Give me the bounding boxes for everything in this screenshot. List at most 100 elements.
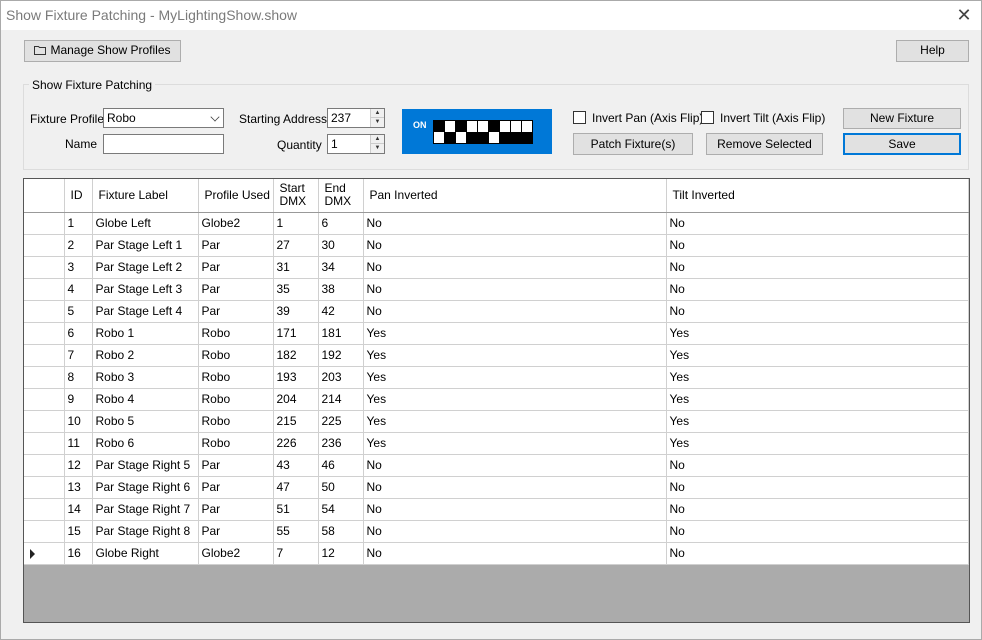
table-cell[interactable]: 214	[318, 388, 364, 411]
table-cell[interactable]: 30	[318, 234, 364, 257]
invert-pan-label[interactable]: Invert Pan (Axis Flip)	[592, 111, 703, 125]
table-cell[interactable]: 38	[318, 278, 364, 301]
table-cell[interactable]: 11	[64, 432, 93, 455]
table-cell[interactable]: Robo	[198, 322, 274, 345]
row-header[interactable]	[24, 454, 65, 477]
table-cell[interactable]: 5	[64, 300, 93, 323]
table-cell[interactable]: 55	[273, 520, 319, 543]
table-cell[interactable]: 6	[64, 322, 93, 345]
table-cell[interactable]: 50	[318, 476, 364, 499]
invert-pan-checkbox[interactable]	[573, 111, 586, 124]
table-cell[interactable]: Yes	[363, 388, 667, 411]
stepper-down-icon[interactable]: ▼	[371, 118, 384, 127]
table-row[interactable]: 1 Globe Left Globe2 1 6 No No	[24, 212, 969, 235]
table-cell[interactable]: Robo 3	[92, 366, 199, 389]
table-cell[interactable]: Yes	[666, 366, 969, 389]
table-row[interactable]: 3 Par Stage Left 2 Par 31 34 No No	[24, 256, 969, 279]
table-cell[interactable]: Robo 2	[92, 344, 199, 367]
table-cell[interactable]: No	[363, 212, 667, 235]
table-cell[interactable]: 43	[273, 454, 319, 477]
table-cell[interactable]: Par	[198, 300, 274, 323]
row-header[interactable]	[24, 542, 65, 565]
table-cell[interactable]: 2	[64, 234, 93, 257]
table-cell[interactable]: Yes	[363, 344, 667, 367]
table-cell[interactable]: 9	[64, 388, 93, 411]
table-cell[interactable]: Robo 1	[92, 322, 199, 345]
table-cell[interactable]: 16	[64, 542, 93, 565]
table-cell[interactable]: 47	[273, 476, 319, 499]
table-row[interactable]: 7 Robo 2 Robo 182 192 Yes Yes	[24, 344, 969, 367]
table-cell[interactable]: No	[363, 256, 667, 279]
table-cell[interactable]: Par Stage Left 3	[92, 278, 199, 301]
table-cell[interactable]: 4	[64, 278, 93, 301]
table-cell[interactable]: Robo	[198, 388, 274, 411]
table-row[interactable]: 11 Robo 6 Robo 226 236 Yes Yes	[24, 432, 969, 455]
table-cell[interactable]: 182	[273, 344, 319, 367]
table-cell[interactable]: 236	[318, 432, 364, 455]
table-cell[interactable]: Par	[198, 520, 274, 543]
table-cell[interactable]: Par Stage Left 2	[92, 256, 199, 279]
table-cell[interactable]: 204	[273, 388, 319, 411]
table-row[interactable]: 16 Globe Right Globe2 7 12 No No	[24, 542, 969, 565]
table-cell[interactable]: 10	[64, 410, 93, 433]
table-cell[interactable]: Par Stage Left 1	[92, 234, 199, 257]
manage-show-profiles-button[interactable]: Manage Show Profiles	[24, 40, 181, 62]
column-header[interactable]: Profile Used	[198, 179, 274, 213]
table-cell[interactable]: Par	[198, 256, 274, 279]
table-cell[interactable]: No	[363, 520, 667, 543]
table-cell[interactable]: Yes	[363, 322, 667, 345]
table-cell[interactable]: 12	[64, 454, 93, 477]
table-row[interactable]: 5 Par Stage Left 4 Par 39 42 No No	[24, 300, 969, 323]
table-cell[interactable]: No	[363, 278, 667, 301]
table-row[interactable]: 4 Par Stage Left 3 Par 35 38 No No	[24, 278, 969, 301]
table-cell[interactable]: 1	[273, 212, 319, 235]
row-header[interactable]	[24, 476, 65, 499]
table-cell[interactable]: Globe Right	[92, 542, 199, 565]
table-cell[interactable]: 54	[318, 498, 364, 521]
table-cell[interactable]: 192	[318, 344, 364, 367]
table-row[interactable]: 2 Par Stage Left 1 Par 27 30 No No	[24, 234, 969, 257]
table-cell[interactable]: Par Stage Right 7	[92, 498, 199, 521]
table-cell[interactable]: No	[363, 300, 667, 323]
table-row[interactable]: 15 Par Stage Right 8 Par 55 58 No No	[24, 520, 969, 543]
new-fixture-button[interactable]: New Fixture	[843, 108, 961, 129]
table-cell[interactable]: Yes	[666, 432, 969, 455]
table-row[interactable]: 10 Robo 5 Robo 215 225 Yes Yes	[24, 410, 969, 433]
name-input[interactable]	[103, 134, 224, 154]
table-cell[interactable]: Yes	[666, 388, 969, 411]
table-cell[interactable]: Yes	[666, 344, 969, 367]
remove-selected-button[interactable]: Remove Selected	[706, 133, 823, 155]
close-button[interactable]: ✕	[951, 3, 977, 27]
column-header[interactable]: Pan Inverted	[363, 179, 667, 213]
stepper-up-icon[interactable]: ▲	[371, 135, 384, 144]
table-cell[interactable]: Par Stage Left 4	[92, 300, 199, 323]
column-header[interactable]: ID	[64, 179, 93, 213]
row-header[interactable]	[24, 410, 65, 433]
table-cell[interactable]: 7	[64, 344, 93, 367]
table-cell[interactable]: No	[666, 278, 969, 301]
table-cell[interactable]: 225	[318, 410, 364, 433]
table-cell[interactable]: Yes	[666, 410, 969, 433]
table-cell[interactable]: 14	[64, 498, 93, 521]
table-cell[interactable]: Robo 5	[92, 410, 199, 433]
table-cell[interactable]: No	[666, 234, 969, 257]
row-header[interactable]	[24, 498, 65, 521]
column-header[interactable]: Fixture Label	[92, 179, 199, 213]
table-cell[interactable]: 1	[64, 212, 93, 235]
row-header[interactable]	[24, 256, 65, 279]
table-cell[interactable]: 215	[273, 410, 319, 433]
table-cell[interactable]: Robo 4	[92, 388, 199, 411]
stepper-up-icon[interactable]: ▲	[371, 109, 384, 118]
table-cell[interactable]: Robo	[198, 410, 274, 433]
table-cell[interactable]: No	[666, 454, 969, 477]
fixture-grid[interactable]: ID Fixture Label Profile Used Start DMX End …	[23, 178, 970, 623]
table-cell[interactable]: Globe2	[198, 542, 274, 565]
row-header[interactable]	[24, 388, 65, 411]
table-cell[interactable]: No	[363, 542, 667, 565]
table-cell[interactable]: 35	[273, 278, 319, 301]
table-row[interactable]: 14 Par Stage Right 7 Par 51 54 No No	[24, 498, 969, 521]
table-cell[interactable]: 13	[64, 476, 93, 499]
table-cell[interactable]: 46	[318, 454, 364, 477]
table-cell[interactable]: No	[363, 476, 667, 499]
table-cell[interactable]: 51	[273, 498, 319, 521]
